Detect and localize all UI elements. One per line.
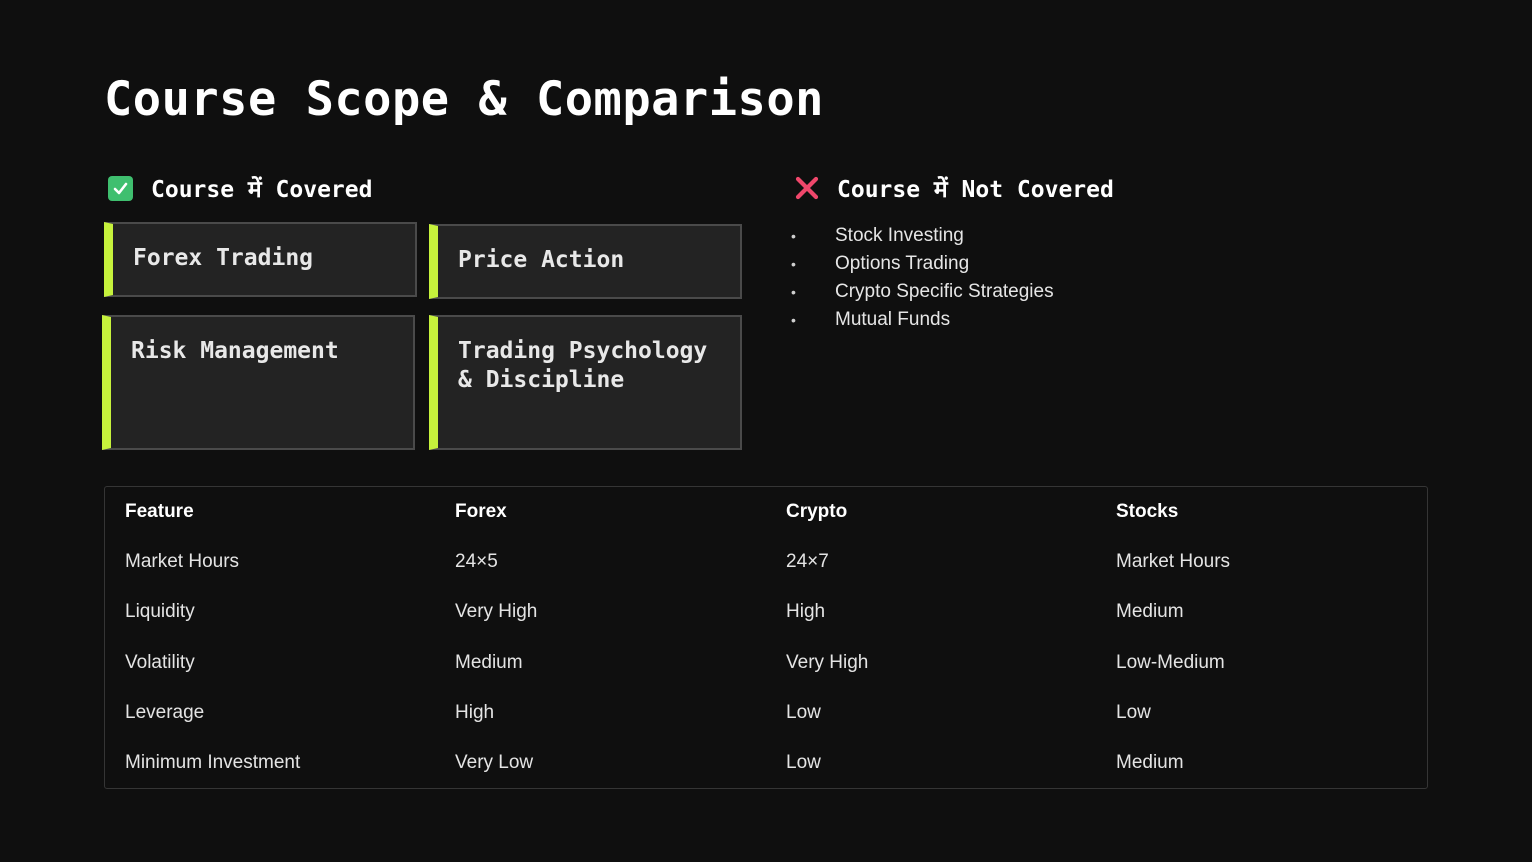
- check-icon: [108, 175, 133, 201]
- covered-card-risk-management: Risk Management: [102, 315, 415, 450]
- bullet-icon: •: [791, 228, 796, 244]
- table-cell: Low: [786, 752, 821, 774]
- column-header: Crypto: [786, 501, 848, 522]
- table-cell: Low-Medium: [1116, 651, 1225, 673]
- column-header: Stocks: [1116, 501, 1179, 522]
- table-cell: Market Hours: [1116, 551, 1231, 573]
- list-item-label: Options Trading: [835, 253, 970, 274]
- bullet-icon: •: [791, 284, 796, 300]
- table-cell: Very High: [455, 601, 538, 623]
- list-item: • Options Trading: [789, 250, 1054, 278]
- covered-card-price-action: Price Action: [429, 224, 742, 299]
- covered-card-trading-psychology: Trading Psychology & Discipline: [429, 315, 742, 450]
- table-header-row: Feature Forex Crypto Stocks: [125, 487, 1425, 537]
- table-cell: 24×7: [786, 551, 829, 573]
- card-label: Forex Trading: [133, 245, 314, 271]
- not-covered-heading: Course में Not Covered: [837, 177, 1114, 203]
- table-row: Volatility Medium Very High Low-Medium: [125, 638, 1425, 688]
- table-cell: Minimum Investment: [125, 752, 301, 774]
- table-cell: Medium: [1116, 601, 1184, 623]
- table-row: Minimum Investment Very Low Low Medium: [125, 738, 1425, 788]
- card-label: Risk Management: [131, 338, 339, 364]
- table-row: Market Hours 24×5 24×7 Market Hours: [125, 537, 1425, 587]
- bullet-icon: •: [791, 312, 796, 328]
- bullet-icon: •: [791, 256, 796, 272]
- comparison-table-container: Feature Forex Crypto Stocks Market Hours…: [104, 486, 1428, 789]
- table-cell: Liquidity: [125, 601, 195, 623]
- list-item-label: Mutual Funds: [835, 309, 951, 330]
- covered-heading-row: Course में Covered: [108, 172, 372, 204]
- list-item: • Mutual Funds: [789, 306, 1054, 334]
- table-cell: Low: [786, 702, 821, 724]
- table-cell: Leverage: [125, 702, 205, 724]
- table-cell: Volatility: [125, 651, 195, 673]
- covered-heading: Course में Covered: [151, 177, 373, 203]
- list-item: • Crypto Specific Strategies: [789, 278, 1054, 306]
- table-row: Leverage High Low Low: [125, 688, 1425, 738]
- table-cell: Very High: [786, 651, 869, 673]
- column-header: Forex: [455, 501, 507, 522]
- not-covered-list: • Stock Investing • Options Trading • Cr…: [789, 222, 1054, 334]
- cross-icon: [793, 174, 821, 202]
- table-cell: High: [786, 601, 826, 623]
- column-header: Feature: [125, 501, 194, 522]
- table-cell: Medium: [455, 651, 523, 673]
- table-row: Liquidity Very High High Medium: [125, 587, 1425, 637]
- table-cell: Medium: [1116, 752, 1184, 774]
- list-item-label: Crypto Specific Strategies: [835, 281, 1054, 302]
- table-cell: Low: [1116, 702, 1151, 724]
- table-cell: 24×5: [455, 551, 498, 573]
- list-item-label: Stock Investing: [835, 225, 964, 246]
- list-item: • Stock Investing: [789, 222, 1054, 250]
- not-covered-heading-row: Course में Not Covered: [793, 172, 1114, 204]
- covered-card-forex-trading: Forex Trading: [104, 222, 417, 297]
- card-label: Trading Psychology & Discipline: [458, 338, 708, 393]
- table-cell: Very Low: [455, 752, 534, 774]
- table-cell: High: [455, 702, 495, 724]
- table-cell: Market Hours: [125, 551, 240, 573]
- page-title: Course Scope & Comparison: [104, 72, 824, 127]
- card-label: Price Action: [458, 247, 625, 273]
- comparison-table: Feature Forex Crypto Stocks Market Hours…: [125, 487, 1425, 788]
